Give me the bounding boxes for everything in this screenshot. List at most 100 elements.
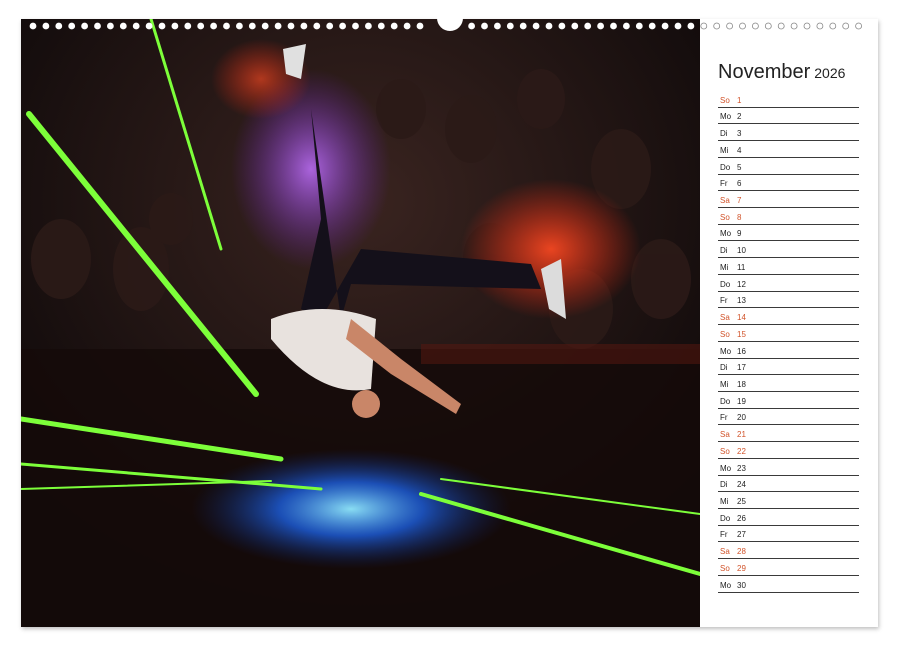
binding-ring	[313, 22, 321, 30]
day-row: Sa 21	[718, 425, 859, 443]
weekday-label: Di	[720, 129, 728, 139]
year-label: 2026	[814, 65, 846, 81]
day-row: Sa 14	[718, 308, 859, 326]
binding-ring	[493, 22, 501, 30]
binding-ring	[519, 22, 527, 30]
day-row: Do 26	[718, 509, 859, 526]
day-number: 3	[737, 129, 742, 139]
weekday-label: Mo	[720, 229, 732, 239]
weekday-label: Fr	[720, 179, 728, 189]
binding-ring	[545, 22, 553, 30]
day-row: So 29	[718, 559, 859, 576]
day-row: Di 10	[718, 241, 859, 259]
weekday-label: Do	[720, 162, 731, 172]
weekday-label: Mo	[720, 580, 732, 590]
weekday-label: Mo	[720, 463, 732, 473]
day-number: 19	[737, 396, 746, 406]
day-row: Mo 30	[718, 576, 859, 593]
weekday-label: So	[720, 329, 730, 339]
weekday-label: Do	[720, 279, 731, 289]
binding-ring	[339, 22, 347, 30]
weekday-label: Sa	[720, 196, 730, 206]
binding-ring	[55, 22, 63, 30]
month-title: November 2026	[718, 61, 845, 84]
binding-ring	[352, 22, 359, 30]
day-number: 24	[737, 480, 746, 490]
day-number: 21	[737, 430, 746, 440]
day-row: Sa 28	[718, 542, 859, 560]
day-number: 28	[737, 547, 746, 557]
photo-artwork	[21, 19, 700, 627]
binding-ring	[364, 22, 372, 30]
binding-ring	[119, 22, 127, 30]
day-number: 25	[737, 496, 746, 506]
day-number: 12	[737, 279, 746, 289]
day-row: Mo 9	[718, 225, 859, 242]
day-number: 20	[737, 413, 746, 423]
binding-ring	[571, 22, 579, 30]
binding-ring	[377, 22, 385, 30]
weekday-label: Sa	[720, 313, 730, 323]
binding-ring	[42, 22, 50, 30]
day-row: Do 12	[718, 275, 859, 292]
binding-ring	[107, 22, 114, 30]
day-row: So 15	[718, 325, 859, 342]
day-number: 6	[737, 179, 742, 189]
day-number: 15	[737, 329, 746, 339]
binding-ring	[403, 22, 411, 30]
day-row: Mi 25	[718, 492, 859, 509]
binding-ring	[94, 22, 101, 30]
binding-ring	[29, 22, 37, 30]
day-number: 17	[737, 363, 746, 373]
binding-ring	[326, 22, 334, 30]
day-row: Di 3	[718, 124, 859, 142]
binding-ring	[610, 22, 617, 30]
binding-ring	[223, 22, 230, 30]
day-row: So 8	[718, 208, 859, 225]
day-row: Di 24	[718, 476, 859, 493]
day-number: 2	[737, 112, 742, 122]
binding-ring	[597, 22, 604, 30]
binding-ring	[390, 22, 398, 30]
binding-ring	[416, 22, 424, 30]
weekday-label: Mo	[720, 112, 732, 122]
day-list: So 1 Mo 2 Di 3 Mi 4 Do 5 Fr 6 Sa 7 So 8 Mo 9 Di 10 Mi 11 Do 12 F…	[718, 91, 859, 593]
breakdance-photo	[21, 19, 700, 627]
binding-ring	[674, 22, 682, 30]
binding-ring	[274, 22, 282, 30]
day-number: 11	[737, 262, 746, 272]
weekday-label: So	[720, 95, 730, 105]
day-number: 30	[737, 580, 746, 590]
day-number: 29	[737, 563, 746, 573]
day-number: 5	[737, 162, 742, 172]
binding-ring	[171, 22, 179, 30]
day-row: Mi 18	[718, 375, 859, 392]
weekday-label: Mi	[720, 496, 729, 506]
weekday-label: Mi	[720, 379, 729, 389]
binding-ring	[506, 22, 514, 30]
weekday-label: So	[720, 446, 730, 456]
weekday-label: Fr	[720, 413, 728, 423]
month-name: November	[718, 61, 811, 83]
day-row: Fr 13	[718, 292, 859, 309]
weekday-label: So	[720, 212, 730, 222]
binding-ring	[635, 22, 643, 30]
day-number: 7	[737, 196, 742, 206]
day-number: 16	[737, 346, 746, 356]
binding-ring	[68, 22, 76, 30]
binding-ring	[132, 22, 140, 30]
day-number: 27	[737, 530, 746, 540]
binding-ring	[532, 22, 540, 30]
weekday-label: So	[720, 563, 730, 573]
day-number: 18	[737, 379, 746, 389]
day-row: Mo 2	[718, 108, 859, 125]
weekday-label: Do	[720, 396, 731, 406]
day-number: 8	[737, 212, 742, 222]
day-number: 4	[737, 145, 742, 155]
day-row: So 1	[718, 91, 859, 108]
day-row: Sa 7	[718, 191, 859, 209]
binding-ring	[623, 22, 630, 30]
weekday-label: Mi	[720, 262, 729, 272]
day-row: Mo 16	[718, 342, 859, 359]
weekday-label: Di	[720, 480, 728, 490]
